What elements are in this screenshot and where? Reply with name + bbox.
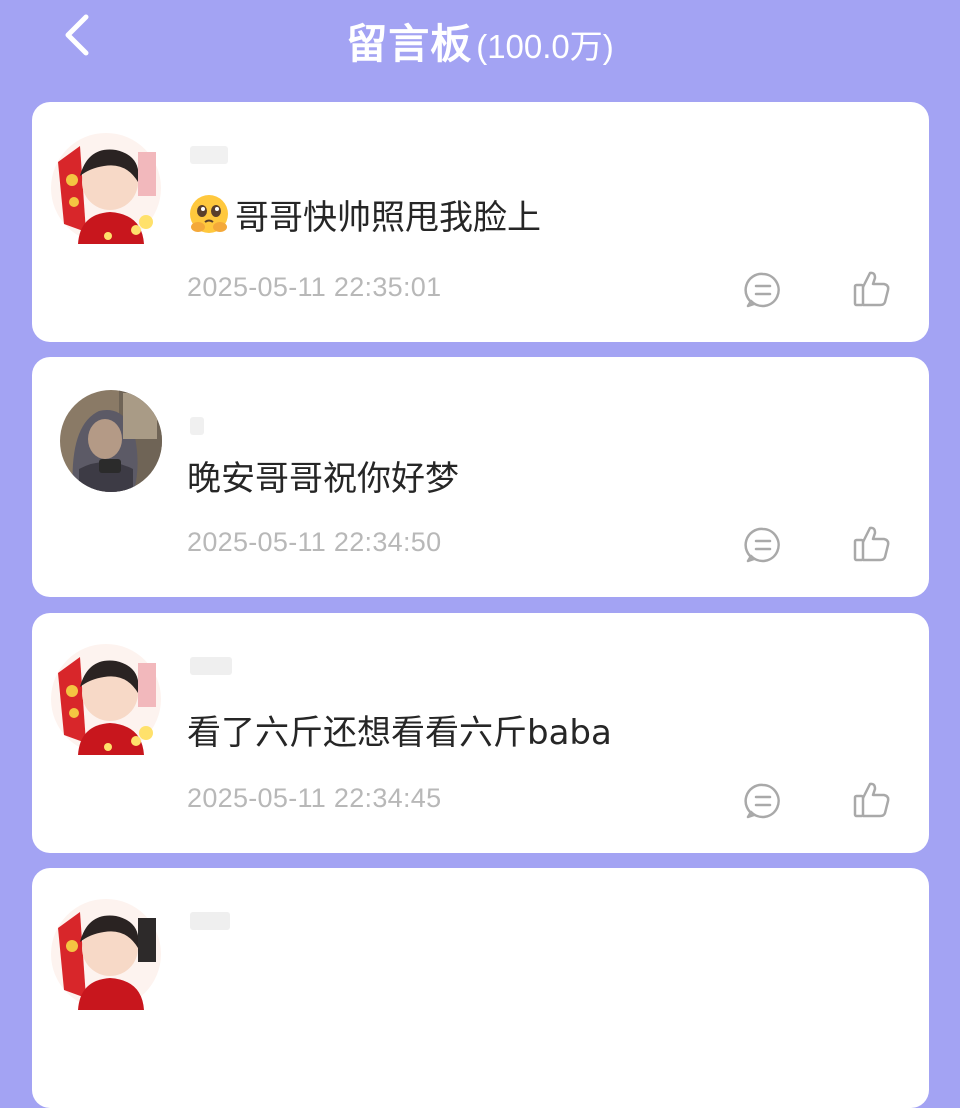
timestamp: 2025-05-11 22:34:50 [187,527,442,557]
message-text: 哥哥快帅照甩我脸上 [187,190,541,239]
thumbs-up-icon [851,779,893,821]
app-header: 留言板 (100.0万) [0,0,960,80]
timestamp: 2025-05-11 22:35:01 [187,272,442,302]
message-card: 看了六斤还想看看六斤baba 2025-05-11 22:34:45 [32,613,929,853]
message-card: 晚安哥哥祝你好梦 2025-05-11 22:34:50 [32,357,929,597]
username-blurred [190,912,230,930]
comment-icon [743,781,783,821]
avatar[interactable] [59,389,163,493]
message-card [32,868,929,1108]
username-blurred [190,657,232,675]
timestamp: 2025-05-11 22:34:45 [187,783,442,813]
thumbs-up-icon [851,268,893,310]
comment-button[interactable] [743,525,783,565]
thumbs-up-icon [851,523,893,565]
pleading-hug-emoji-icon [187,193,231,237]
avatar[interactable] [50,898,162,1010]
like-button[interactable] [851,779,893,821]
message-text-content: 哥哥快帅照甩我脸上 [235,198,541,238]
page-title: 留言板 (100.0万) [0,10,960,70]
username-blurred [190,146,228,164]
avatar[interactable] [50,643,162,755]
message-text: 晚安哥哥祝你好梦 [187,459,459,499]
comment-icon [743,525,783,565]
username-blurred [190,417,204,435]
like-button[interactable] [851,523,893,565]
comment-icon [743,270,783,310]
comment-button[interactable] [743,270,783,310]
page-title-text: 留言板 [346,20,473,68]
message-count: (100.0万) [476,28,614,65]
message-card: 哥哥快帅照甩我脸上 2025-05-11 22:35:01 [32,102,929,342]
like-button[interactable] [851,268,893,310]
comment-button[interactable] [743,781,783,821]
avatar[interactable] [50,132,162,244]
message-text: 看了六斤还想看看六斤baba [187,713,612,753]
